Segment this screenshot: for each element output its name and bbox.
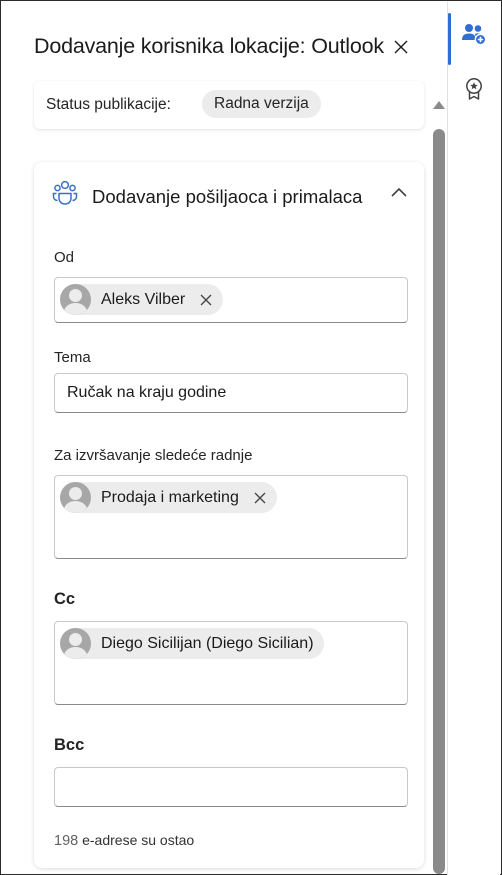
- recipient-chip[interactable]: Diego Sicilijan (Diego Sicilian): [60, 628, 324, 659]
- people-group-icon: [52, 180, 78, 205]
- ribbon-star-icon: [466, 78, 482, 100]
- subject-input[interactable]: [54, 373, 408, 413]
- cc-field[interactable]: Diego Sicilijan (Diego Sicilian): [54, 621, 408, 705]
- chevron-up-icon[interactable]: [389, 184, 409, 200]
- remove-recipient-button[interactable]: [253, 491, 267, 505]
- side-rail: [447, 2, 500, 875]
- action-label: Za izvršavanje sledeće radnje: [54, 447, 253, 464]
- close-button[interactable]: [391, 37, 411, 57]
- status-card: Status publikacije: Radna verzija: [34, 81, 424, 129]
- close-icon: [200, 294, 212, 305]
- people-add-icon: [462, 24, 487, 46]
- pane-title: Dodavanje korisnika lokacije: Outlook: [34, 34, 384, 58]
- bcc-label: Bcc: [54, 736, 85, 754]
- recipients-card: Dodavanje pošiljaoca i primalaca Od Alek…: [34, 162, 424, 868]
- remove-recipient-button[interactable]: [199, 293, 213, 307]
- from-field[interactable]: Aleks Vilber: [54, 277, 408, 323]
- rail-item-ribbon[interactable]: [448, 64, 500, 114]
- scrollbar-thumb[interactable]: [433, 129, 445, 874]
- remaining-count: 198: [54, 833, 79, 849]
- bcc-input[interactable]: [54, 767, 408, 807]
- avatar: [60, 284, 91, 315]
- close-icon: [254, 492, 266, 503]
- recipient-chip[interactable]: Prodaja i marketing: [60, 482, 277, 513]
- action-field[interactable]: Prodaja i marketing: [54, 475, 408, 559]
- subject-label: Tema: [54, 349, 91, 366]
- from-label: Od: [54, 249, 75, 266]
- section-header[interactable]: Dodavanje pošiljaoca i primalaca: [34, 162, 424, 226]
- close-icon: [394, 40, 408, 54]
- avatar: [60, 482, 91, 513]
- status-badge: Radna verzija: [202, 90, 321, 118]
- remaining-count-note: 198 e-adrese su ostao: [54, 832, 194, 849]
- remaining-text: e-adrese su ostao: [82, 832, 195, 848]
- cc-label: Cc: [54, 590, 76, 608]
- recipient-chip-name: Diego Sicilijan (Diego Sicilian): [101, 634, 314, 652]
- scroll-up-button[interactable]: [432, 98, 446, 112]
- status-label: Status publikacije:: [46, 96, 171, 113]
- task-pane: Dodavanje korisnika lokacije: Outlook St…: [0, 0, 502, 875]
- caret-up-icon: [433, 101, 445, 109]
- rail-item-add-people[interactable]: [448, 9, 500, 65]
- recipient-chip[interactable]: Aleks Vilber: [60, 284, 224, 315]
- section-title: Dodavanje pošiljaoca i primalaca: [92, 186, 363, 207]
- avatar: [60, 628, 91, 659]
- recipient-chip-name: Aleks Vilber: [101, 290, 186, 308]
- recipient-chip-name: Prodaja i marketing: [101, 488, 239, 506]
